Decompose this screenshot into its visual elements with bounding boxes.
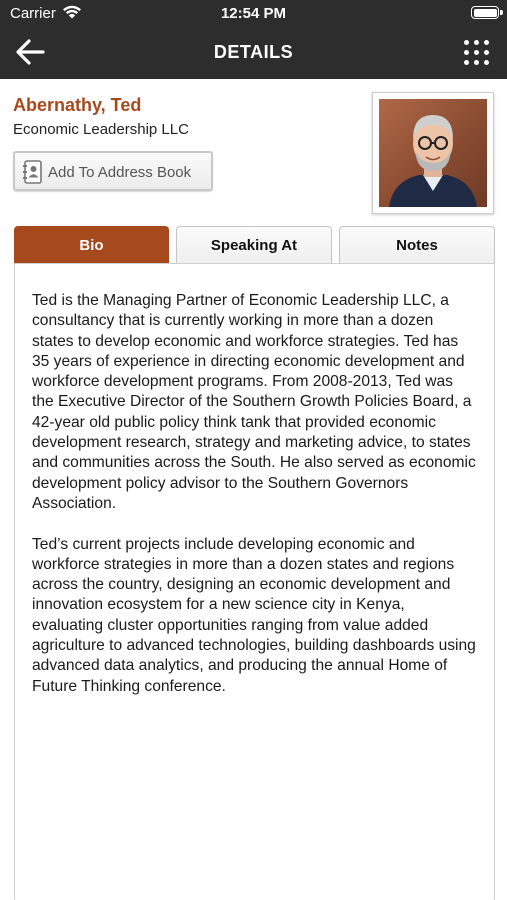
battery-tip: [500, 10, 503, 15]
navigation-bar: DETAILS: [0, 28, 507, 76]
detail-tabs: Bio Speaking At Notes: [14, 226, 495, 263]
speaker-name: Abernathy, Ted: [13, 95, 142, 115]
bio-paragraph: Ted is the Managing Partner of Economic …: [32, 292, 476, 512]
page-title: DETAILS: [213, 42, 294, 62]
bio-paragraph: Ted’s current projects include developin…: [32, 535, 476, 695]
tab-speaking-at[interactable]: Speaking At: [176, 226, 332, 263]
clock: 12:54 PM: [220, 5, 287, 22]
tab-bio[interactable]: Bio: [14, 226, 169, 263]
battery-icon: [471, 6, 499, 19]
speaker-portrait: [379, 99, 487, 207]
speaker-company: Economic Leadership LLC: [13, 121, 189, 138]
grid-menu-icon[interactable]: [464, 40, 490, 66]
address-book-icon: [23, 160, 42, 184]
status-bar: Carrier 12:54 PM: [0, 0, 507, 26]
top-bar: Carrier 12:54 PM DETAILS: [0, 0, 507, 79]
bio-panel[interactable]: Ted is the Managing Partner of Economic …: [14, 263, 495, 900]
add-to-address-book-label: Add To Address Book: [48, 164, 192, 181]
speaker-photo: [372, 92, 494, 214]
tab-notes[interactable]: Notes: [339, 226, 495, 263]
add-to-address-book-button[interactable]: Add To Address Book: [13, 151, 213, 191]
